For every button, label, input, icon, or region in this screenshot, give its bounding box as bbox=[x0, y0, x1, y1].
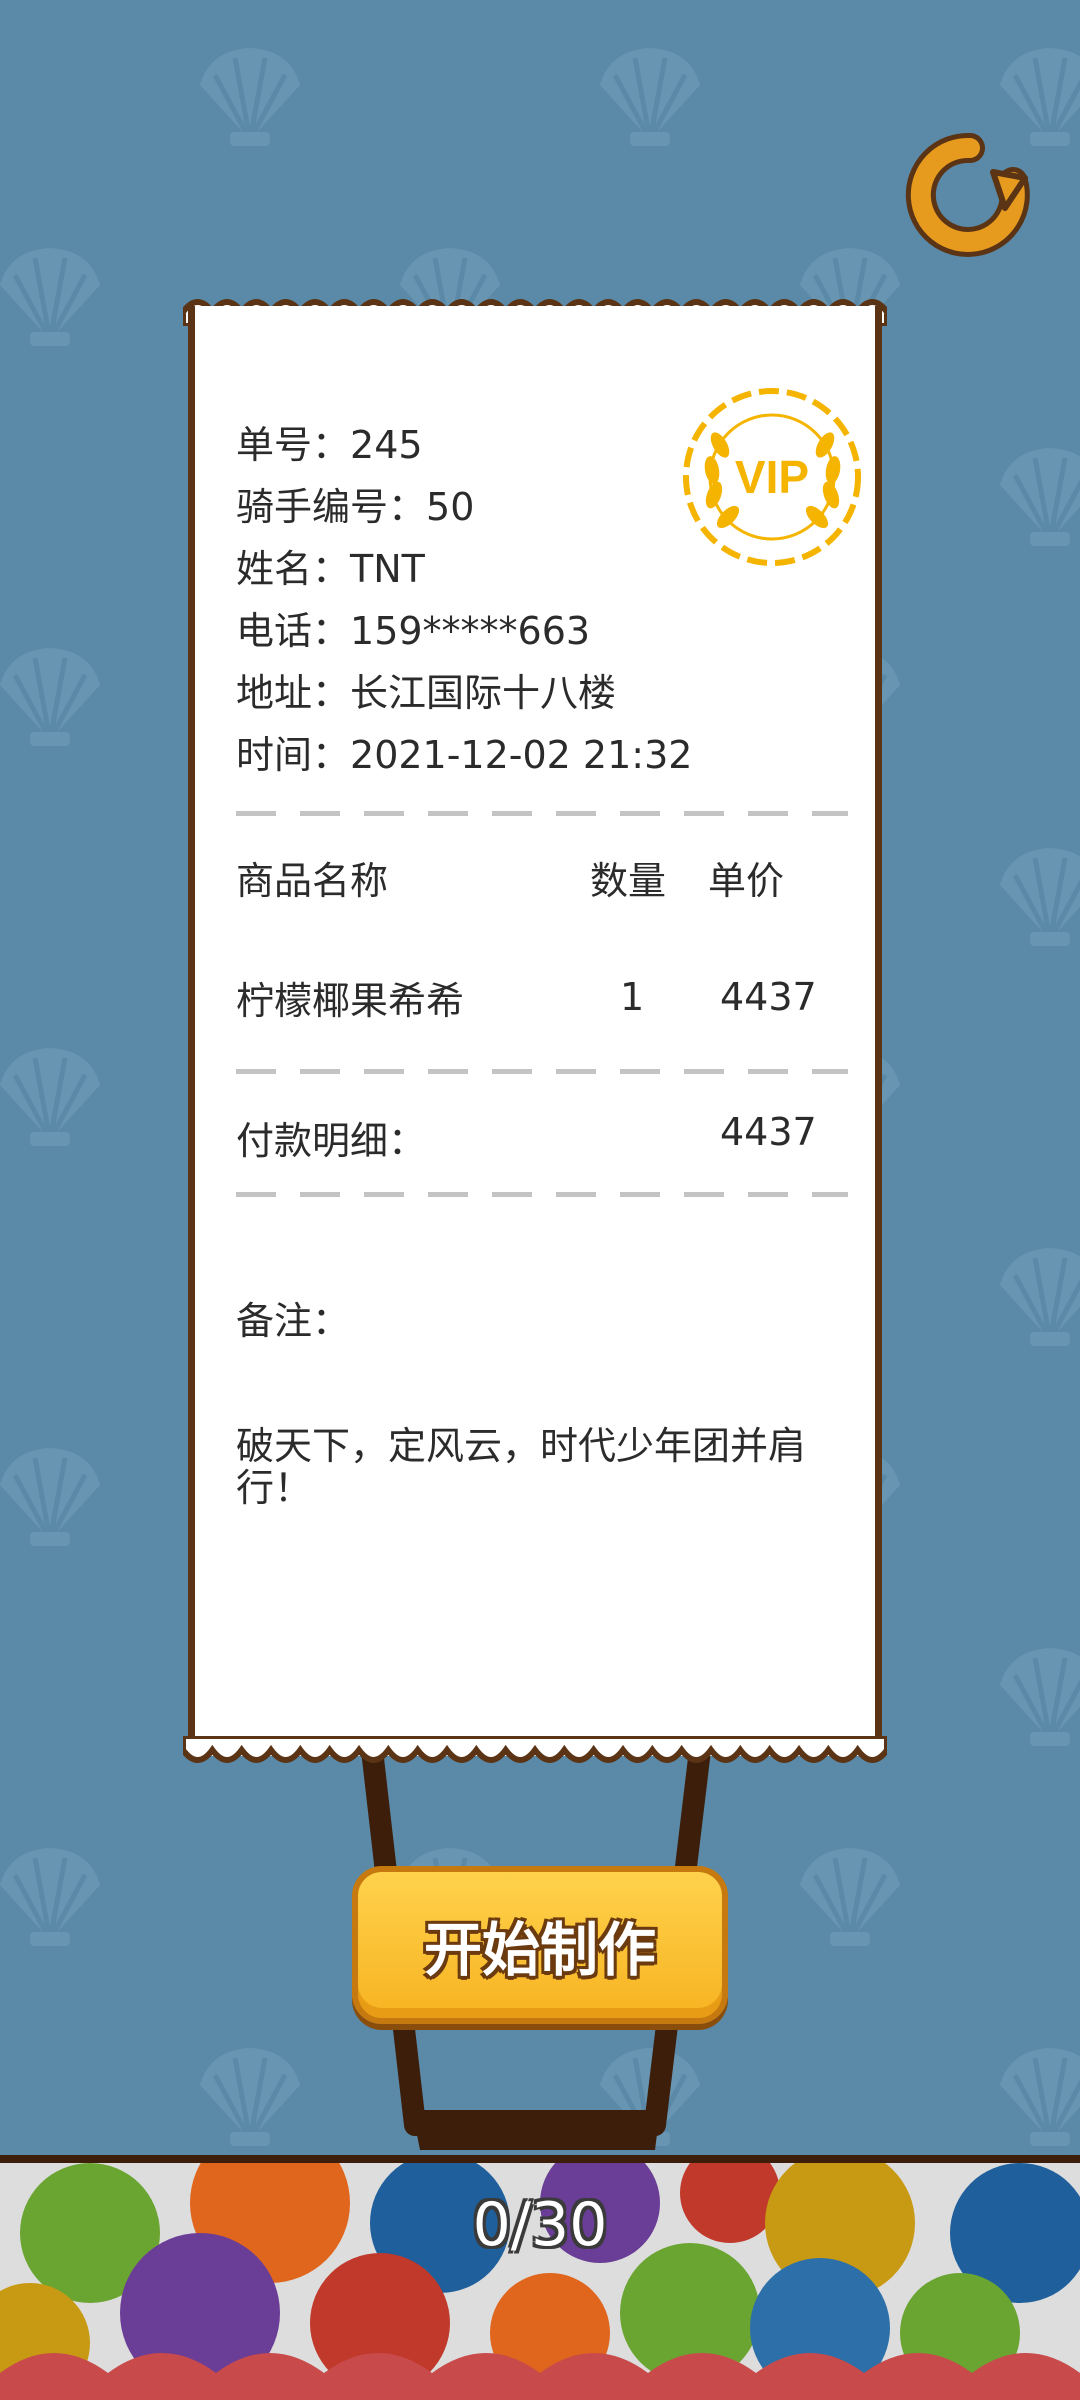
phone-value: 159*****663 bbox=[350, 609, 591, 653]
shell-pattern-icon bbox=[590, 40, 710, 150]
vip-stamp: VIP bbox=[683, 388, 861, 566]
item-price: 4437 bbox=[720, 975, 817, 1019]
shell-pattern-icon bbox=[0, 1840, 110, 1950]
refresh-button[interactable] bbox=[905, 130, 1035, 260]
shell-pattern-icon bbox=[990, 840, 1080, 950]
payment-total: 4437 bbox=[720, 1110, 817, 1154]
item-qty: 1 bbox=[620, 975, 645, 1019]
rider-value: 50 bbox=[426, 485, 475, 529]
col-header-qty: 数量 bbox=[590, 859, 667, 903]
progress-counter: 0/30 bbox=[472, 2190, 608, 2260]
start-making-button[interactable]: 开始制作 bbox=[352, 1866, 728, 2024]
order-number-row: 单号：245 bbox=[236, 414, 692, 476]
rider-row: 骑手编号：50 bbox=[236, 476, 692, 538]
shell-pattern-icon bbox=[990, 2040, 1080, 2150]
shell-pattern-icon bbox=[0, 240, 110, 350]
payment-label: 付款明细： bbox=[236, 1119, 427, 1163]
address-row: 地址：长江国际十八楼 bbox=[236, 662, 692, 724]
shell-pattern-icon bbox=[990, 440, 1080, 550]
order-number-label: 单号： bbox=[236, 423, 351, 467]
col-header-name: 商品名称 bbox=[236, 859, 389, 903]
name-row: 姓名：TNT bbox=[236, 538, 692, 600]
shell-pattern-icon bbox=[0, 640, 110, 750]
shell-pattern-icon bbox=[590, 2040, 710, 2150]
shell-pattern-icon bbox=[990, 1640, 1080, 1750]
rider-label: 骑手编号： bbox=[236, 485, 427, 529]
divider bbox=[236, 811, 848, 816]
time-label: 时间： bbox=[236, 733, 351, 777]
remark-text: 破天下，定风云，时代少年团并肩行！ bbox=[236, 1424, 807, 1510]
time-row: 时间：2021-12-02 21:32 bbox=[236, 724, 692, 786]
shell-pattern-icon bbox=[790, 1840, 910, 1950]
shell-pattern-icon bbox=[990, 1240, 1080, 1350]
address-label: 地址： bbox=[236, 671, 351, 715]
shell-pattern-icon bbox=[190, 40, 310, 150]
col-header-price: 单价 bbox=[708, 859, 785, 903]
vip-stamp-text: VIP bbox=[735, 451, 809, 503]
divider bbox=[236, 1192, 848, 1197]
start-making-label: 开始制作 bbox=[423, 1916, 656, 1984]
name-label: 姓名： bbox=[236, 547, 351, 591]
shell-pattern-icon bbox=[0, 1040, 110, 1150]
order-info: 单号：245 骑手编号：50 姓名：TNT 电话：159*****663 地址：… bbox=[236, 414, 692, 786]
address-value: 长江国际十八楼 bbox=[350, 671, 617, 715]
order-number-value: 245 bbox=[350, 423, 423, 467]
divider bbox=[236, 1069, 848, 1074]
name-value: TNT bbox=[350, 547, 425, 591]
shell-pattern-icon bbox=[190, 2040, 310, 2150]
time-value: 2021-12-02 21:32 bbox=[350, 733, 693, 777]
remark-label: 备注： bbox=[236, 1299, 351, 1343]
receipt-bottom-edge bbox=[183, 1736, 887, 1763]
refresh-icon bbox=[905, 132, 1030, 257]
phone-label: 电话： bbox=[236, 609, 351, 653]
phone-row: 电话：159*****663 bbox=[236, 600, 692, 662]
shell-pattern-icon bbox=[0, 1440, 110, 1550]
item-name: 柠檬椰果希希 bbox=[236, 979, 465, 1023]
